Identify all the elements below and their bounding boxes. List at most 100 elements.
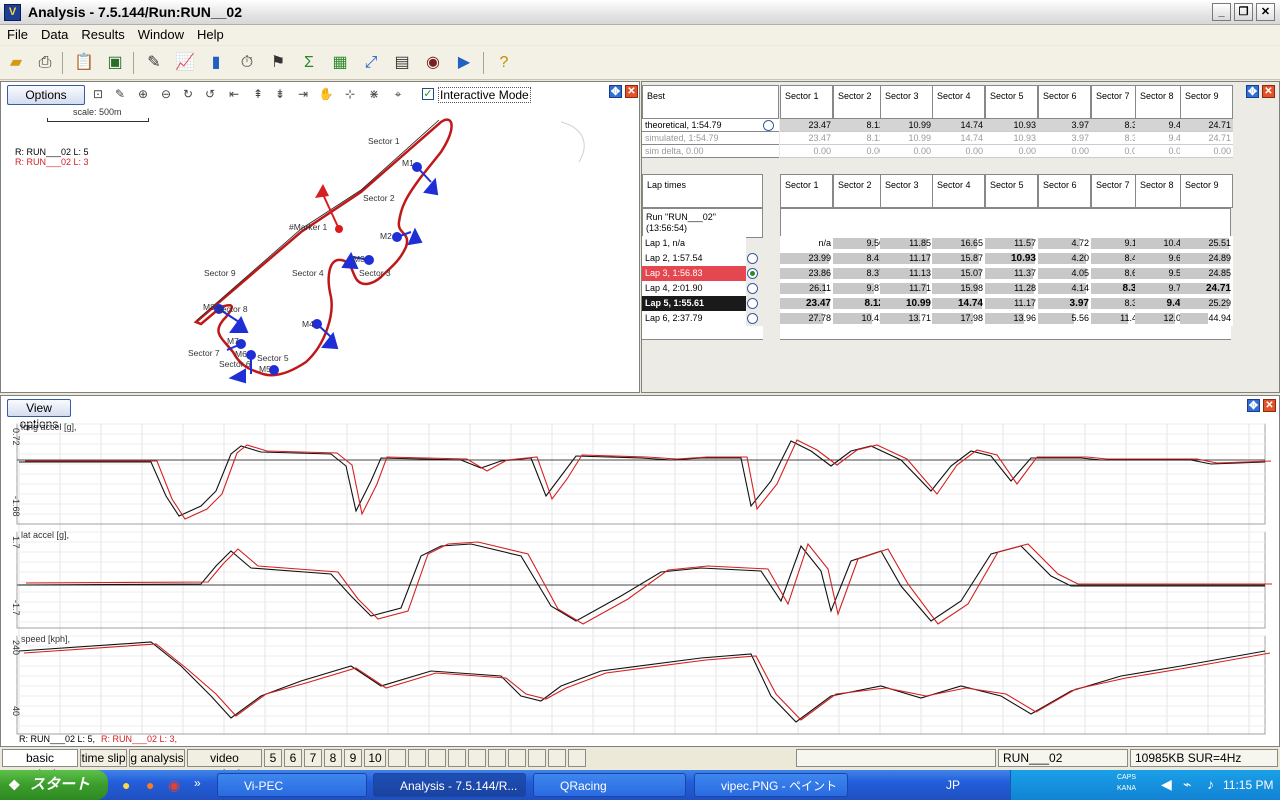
firefox-icon[interactable]: ●	[146, 777, 154, 793]
sigma-icon[interactable]: Σ	[297, 51, 321, 75]
lap-select-radio[interactable]	[747, 253, 758, 264]
lap-value: 8.41	[866, 253, 884, 263]
chrome-icon[interactable]: ◉	[168, 777, 180, 794]
stopwatch-icon[interactable]: ⏱	[235, 51, 259, 75]
quicklaunch-icon-1[interactable]: ●	[122, 777, 130, 793]
checkered-flag-icon[interactable]: ⚑	[266, 51, 290, 75]
track-map[interactable]: Sector 1 Sector 2 Sector 3 Sector 4 Sect…	[1, 82, 641, 394]
toolbar: ▰ ⎙ 📋 ▣ ✎ 📈 ▮ ⏱ ⚑ Σ ▦ ⤢ ▤ ◉ ▶ ?	[0, 46, 1280, 80]
lap-select-radio[interactable]	[747, 283, 758, 294]
lap-times-header: Lap times	[642, 174, 763, 208]
lap-select-radio[interactable]	[747, 268, 758, 279]
help-icon[interactable]: ?	[492, 51, 516, 75]
empty-tab[interactable]	[488, 749, 506, 767]
empty-tab[interactable]	[448, 749, 466, 767]
lang-indicator[interactable]: JP	[946, 778, 960, 792]
lap-row-label[interactable]: Lap 5, 1:55.61	[642, 296, 746, 311]
lap-column-header: Sector 2	[833, 174, 886, 208]
pen-icon[interactable]: ✎	[142, 51, 166, 75]
system-tray: CAPS KANA ◀ ⌁ ♪ 11:15 PM	[1010, 770, 1280, 800]
minimize-button[interactable]: _	[1212, 3, 1231, 21]
tab-g-analysis[interactable]: g analysis	[129, 749, 185, 767]
lap-cell: 8.37	[833, 266, 886, 281]
lap-row-label[interactable]: Lap 2, 1:57.54	[642, 251, 746, 266]
channel-ymax: 240	[11, 640, 21, 655]
chevron-icon[interactable]: »	[194, 776, 201, 790]
empty-tab[interactable]	[528, 749, 546, 767]
menu-file[interactable]: File	[0, 25, 34, 42]
empty-tab[interactable]	[508, 749, 526, 767]
clipboard-icon[interactable]: 📋	[72, 51, 96, 75]
lap-cell: 8.41	[833, 251, 886, 266]
tab-7[interactable]: 7	[304, 749, 322, 767]
lap-row-label[interactable]: Lap 4, 2:01.90	[642, 281, 746, 296]
lap-select-radio[interactable]	[747, 298, 758, 309]
bar-chart-icon[interactable]: ▮	[204, 51, 228, 75]
best-header: Best	[642, 85, 779, 119]
menu-results[interactable]: Results	[74, 25, 130, 42]
sector-tables-panel: ✥ ✕ Best Sector 1 Sector 2 Sector 3 Sector 4…	[641, 81, 1280, 393]
tab-9[interactable]: 9	[344, 749, 362, 767]
lap-cell: 24.85	[1180, 266, 1233, 281]
xy-plot-icon[interactable]: ⤢	[359, 51, 383, 75]
lap-cell: 11.17	[880, 251, 933, 266]
task-qracing[interactable]: QRacing	[533, 773, 686, 797]
close-button[interactable]: ✕	[1256, 3, 1275, 21]
telemetry-charts[interactable]: long accel [g],0.72 -1.68 lat accel [g],1.…	[1, 396, 1279, 746]
channel-ymax: 1.7	[11, 536, 21, 549]
menu-help[interactable]: Help	[190, 25, 230, 42]
best-cell: 24.71	[1180, 119, 1233, 132]
marker-m7-label: M7	[227, 336, 239, 346]
empty-tab[interactable]	[548, 749, 566, 767]
volume-icon[interactable]: ♪	[1207, 776, 1214, 792]
lap-value: 23.47	[805, 298, 831, 309]
grid-icon[interactable]: ▦	[328, 51, 352, 75]
gauge-icon[interactable]: ◉	[421, 51, 445, 75]
tab-basic-analysis[interactable]: basic analysis	[2, 749, 78, 781]
empty-tab[interactable]	[568, 749, 586, 767]
network-icon[interactable]: ⌁	[1183, 776, 1191, 793]
lap-column-header: Sector 5	[985, 174, 1038, 208]
print-icon[interactable]: ⎙	[33, 51, 57, 75]
move-panel-icon[interactable]: ✥	[1246, 85, 1259, 98]
start-button[interactable]: ❖ スタート	[0, 770, 108, 800]
empty-tab[interactable]	[428, 749, 446, 767]
empty-tab[interactable]	[468, 749, 486, 767]
tab-10[interactable]: 10	[364, 749, 386, 767]
empty-tab[interactable]	[388, 749, 406, 767]
tab-6[interactable]: 6	[284, 749, 302, 767]
tab-8[interactable]: 8	[324, 749, 342, 767]
lap-cell: 9.87	[833, 281, 886, 296]
best-cell: 10.93	[985, 119, 1038, 132]
best-select-radio[interactable]	[763, 120, 774, 131]
channel-ymin: -1.7	[11, 600, 21, 616]
tab-video-analysis[interactable]: video analysis	[187, 749, 262, 781]
lap-row-label[interactable]: Lap 6, 2:37.79	[642, 311, 746, 326]
best-row-label: simulated, 1:54.79	[642, 132, 779, 145]
lap-cell: 24.71	[1180, 281, 1233, 296]
menu-window[interactable]: Window	[131, 25, 190, 42]
maximize-button[interactable]: ❐	[1234, 3, 1253, 21]
menu-data[interactable]: Data	[34, 25, 74, 42]
line-chart-icon[interactable]: 📈	[173, 51, 197, 75]
lap-select-radio[interactable]	[747, 313, 758, 324]
save-icon[interactable]: ▣	[103, 51, 127, 75]
lap-value: 3.97	[1069, 298, 1089, 309]
play-icon[interactable]: ▶	[452, 51, 476, 75]
tray-back-icon[interactable]: ◀	[1161, 776, 1172, 793]
tab-5[interactable]: 5	[264, 749, 282, 767]
clock[interactable]: 11:15 PM	[1223, 778, 1273, 792]
task-paint[interactable]: vipec.PNG - ペイント	[694, 773, 848, 797]
empty-tab[interactable]	[408, 749, 426, 767]
task-vipec[interactable]: Vi-PEC	[217, 773, 367, 797]
close-panel-icon[interactable]: ✕	[1262, 85, 1275, 98]
film-icon[interactable]: ▤	[390, 51, 414, 75]
lap-row-label[interactable]: Lap 1, n/a	[642, 236, 746, 251]
best-column-header: Sector 3	[880, 85, 933, 119]
open-folder-icon[interactable]: ▰	[4, 51, 28, 75]
lap-table-footer	[642, 326, 763, 340]
lap-row-label[interactable]: Lap 3, 1:56.83	[642, 266, 746, 281]
tab-time-slip[interactable]: time slip	[80, 749, 127, 767]
task-analysis[interactable]: Analysis - 7.5.144/R...	[373, 773, 526, 797]
lap-value: 25.51	[1208, 238, 1231, 248]
